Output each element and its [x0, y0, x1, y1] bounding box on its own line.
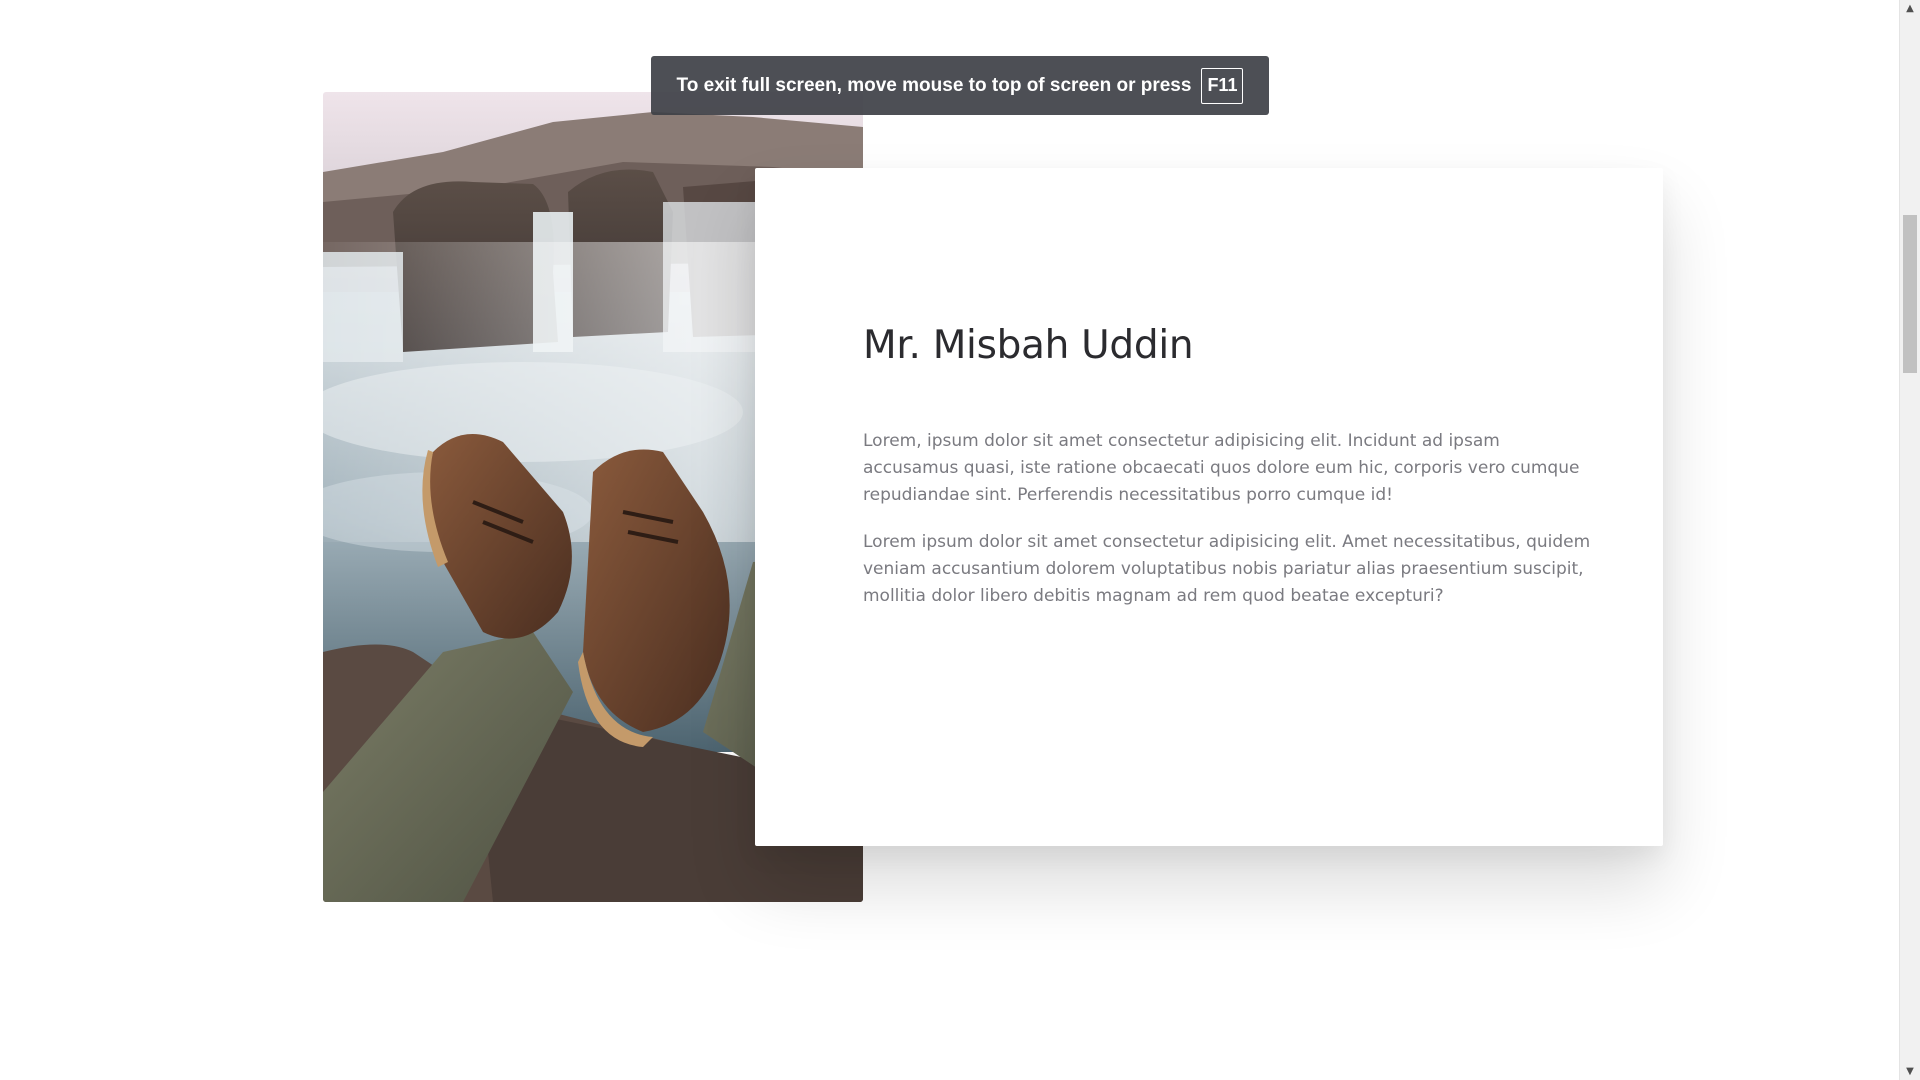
scroll-up-arrow-icon[interactable]: ▲	[1900, 0, 1920, 17]
profile-card: Mr. Misbah Uddin Lorem, ipsum dolor sit …	[755, 168, 1663, 846]
f11-key: F11	[1201, 67, 1244, 104]
fullscreen-notice-message: To exit full screen, move mouse to top o…	[676, 74, 1192, 96]
scroll-thumb[interactable]	[1903, 215, 1917, 373]
fullscreen-notice: To exit full screen, move mouse to top o…	[651, 56, 1269, 115]
profile-paragraph-2: Lorem ipsum dolor sit amet consectetur a…	[863, 532, 1591, 606]
page: To exit full screen, move mouse to top o…	[0, 0, 1920, 1080]
profile-name: Mr. Misbah Uddin	[863, 323, 1194, 368]
vertical-scrollbar[interactable]: ▲ ▼	[1899, 0, 1920, 1080]
profile-paragraph-1: Lorem, ipsum dolor sit amet consectetur …	[863, 431, 1580, 505]
scroll-down-arrow-icon[interactable]: ▼	[1900, 1063, 1920, 1080]
